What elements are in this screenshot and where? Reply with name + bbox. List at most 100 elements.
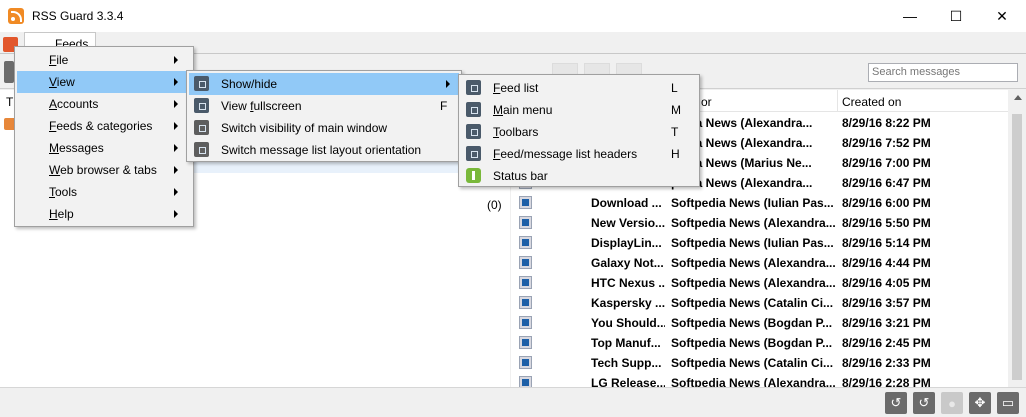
menu-item-status-bar[interactable]: Status bar [461,165,697,187]
message-icon [519,316,532,329]
menu-item-label: Web browser & tabs [49,163,157,177]
menu-item-tools[interactable]: Tools [17,181,191,203]
menu-item-label: Status bar [493,169,548,183]
menu-item-web-browser-tabs[interactable]: Web browser & tabs [17,159,191,181]
menu-item-label: Show/hide [221,77,278,91]
menu-item-feed-message-list-headers[interactable]: Feed/message list headers H [461,143,697,165]
toolbar-handle[interactable] [4,61,14,83]
rss-app-icon [8,8,24,24]
menu-item-label: Feed list [493,81,539,95]
message-author: Softpedia News (Bogdan P... [671,336,833,350]
message-icon [519,296,532,309]
menu-item-toolbars[interactable]: Toolbars T [461,121,697,143]
window-icon [194,120,209,135]
feed-unread-count: (0) [487,198,502,212]
menu-item-accounts[interactable]: Accounts [17,93,191,115]
menu-item-label: Switch visibility of main window [221,121,388,135]
showhide-submenu: Feed list L Main menu M Toolbars T Feed/messag… [458,74,700,187]
message-icon [519,356,532,369]
toolbar-move-icon [466,124,481,139]
message-row[interactable]: Kaspersky ... Softpedia News (Catalin Ci.… [511,293,1008,313]
toolbar-move-icon [194,76,209,91]
checked-icon [466,168,481,183]
message-author: Softpedia News (Alexandra... [671,256,835,270]
menu-item-label: Toolbars [493,125,539,139]
submenu-arrow-icon [174,144,178,152]
message-row[interactable]: Tech Supp... Softpedia News (Catalin Ci..… [511,353,1008,373]
message-title: Kaspersky ... [591,296,665,310]
message-date: 8/29/16 6:47 PM [842,176,931,190]
message-date: 8/29/16 2:33 PM [842,356,931,370]
message-title: HTC Nexus ... [591,276,665,290]
menu-item-label: Switch message list layout orientation [221,143,422,157]
main-menu-popup: File View Accounts Feeds & categories Messag… [14,46,194,227]
message-row[interactable]: New Versio... Softpedia News (Alexandra..… [511,213,1008,233]
search-input[interactable]: Search messages [868,63,1018,82]
message-row[interactable]: Galaxy Not... Softpedia News (Alexandra..… [511,253,1008,273]
menu-item-label: Messages [49,141,104,155]
message-date: 8/29/16 4:05 PM [842,276,931,290]
menu-item-switch-message-list-layout-orientation[interactable]: Switch message list layout orientation [189,139,459,161]
menu-shortcut: T [671,125,679,139]
close-button[interactable]: ✕ [979,0,1025,32]
menu-item-label: Accounts [49,97,99,111]
message-date: 8/29/16 3:57 PM [842,296,931,310]
stop-icon[interactable]: ● [941,392,963,414]
message-date: 8/29/16 3:21 PM [842,316,931,330]
message-title: Tech Supp... [591,356,662,370]
menu-item-feed-list[interactable]: Feed list L [461,77,697,99]
menu-item-show-hide[interactable]: Show/hide [189,73,459,95]
message-icon [519,236,532,249]
menu-item-view[interactable]: View [17,71,191,93]
menu-shortcut: M [671,103,681,117]
feed-list-header[interactable]: T [6,95,13,109]
status-bar: ↺ ↺ ● ✥ ▭ [0,387,1026,417]
submenu-arrow-icon [174,166,178,174]
header-created-on[interactable]: Created on [842,95,901,109]
message-date: 8/29/16 5:50 PM [842,216,931,230]
message-row[interactable]: DisplayLin... Softpedia News (Iulian Pas.… [511,233,1008,253]
scroll-up-arrow-icon[interactable] [1014,95,1022,100]
menu-item-label: Help [49,207,74,221]
menu-item-help[interactable]: Help [17,203,191,225]
refresh-icon[interactable]: ↺ [885,392,907,414]
message-date: 8/29/16 2:45 PM [842,336,931,350]
message-row[interactable]: Top Manuf... Softpedia News (Bogdan P... 8… [511,333,1008,353]
message-author: Softpedia News (Alexandra... [671,216,835,230]
refresh-all-icon[interactable]: ↺ [913,392,935,414]
message-author: Softpedia News (Catalin Ci... [671,296,834,310]
scrollbar-thumb[interactable] [1012,114,1022,380]
fullscreen-icon[interactable]: ✥ [969,392,991,414]
submenu-arrow-icon [174,210,178,218]
message-icon [519,216,532,229]
menu-item-feeds-categories[interactable]: Feeds & categories [17,115,191,137]
message-title: You Should... [591,316,665,330]
menu-item-file[interactable]: File [17,49,191,71]
message-author: Softpedia News (Catalin Ci... [671,356,834,370]
header-separator [837,90,838,112]
menu-item-view-fullscreen[interactable]: View fullscreen F [189,95,459,117]
menu-item-label: View [49,75,75,89]
menu-item-switch-visibility-of-main-window[interactable]: Switch visibility of main window [189,117,459,139]
toolbar-move-icon [466,102,481,117]
menu-item-label: File [49,53,69,67]
window-icon [194,142,209,157]
message-icon [519,196,532,209]
message-row[interactable]: Download ... Softpedia News (Iulian Pas..… [511,193,1008,213]
maximize-button[interactable]: ☐ [933,0,979,32]
message-date: 8/29/16 7:52 PM [842,136,931,150]
view-submenu: Show/hide View fullscreen F Switch visibili… [186,70,462,162]
message-date: 8/29/16 8:22 PM [842,116,931,130]
message-title: Top Manuf... [591,336,661,350]
menu-item-main-menu[interactable]: Main menu M [461,99,697,121]
layout-icon[interactable]: ▭ [997,392,1019,414]
message-row[interactable]: HTC Nexus ... Softpedia News (Alexandra..… [511,273,1008,293]
message-date: 8/29/16 6:00 PM [842,196,931,210]
header-author[interactable]: or [701,95,712,109]
message-date: 8/29/16 7:00 PM [842,156,931,170]
message-author: Softpedia News (Iulian Pas... [671,236,834,250]
message-row[interactable]: You Should... Softpedia News (Bogdan P...… [511,313,1008,333]
message-date: 8/29/16 4:44 PM [842,256,931,270]
menu-item-messages[interactable]: Messages [17,137,191,159]
minimize-button[interactable]: — [887,0,933,32]
